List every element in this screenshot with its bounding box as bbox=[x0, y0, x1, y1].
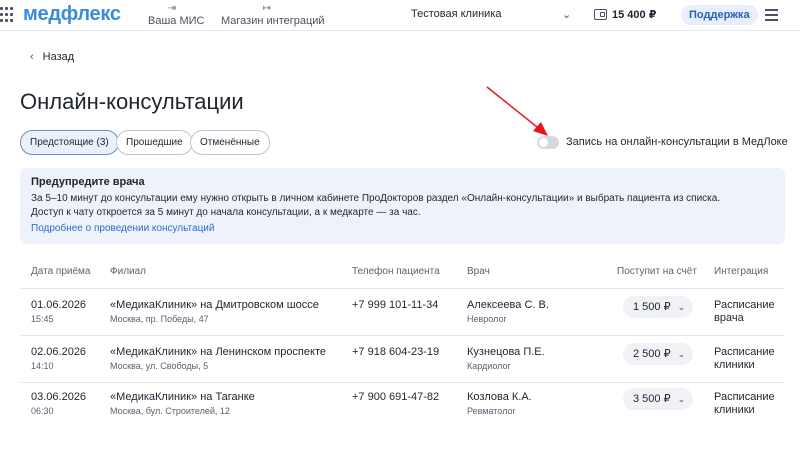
table-row[interactable]: 03.06.2026 06:30 «МедикаКлиник» на Таган… bbox=[0, 383, 800, 429]
appointment-time: 14:10 bbox=[31, 361, 54, 371]
appointment-date: 02.06.2026 bbox=[31, 346, 87, 358]
warning-title: Предупредите врача bbox=[31, 176, 145, 188]
amount-dropdown[interactable]: 2 500 ₽ ⌄ bbox=[623, 343, 694, 365]
table-row[interactable]: 02.06.2026 14:10 «МедикаКлиник» на Ленин… bbox=[0, 336, 800, 382]
doctor-name: Алексеева С. В. bbox=[467, 299, 549, 311]
patient-phone: +7 900 691-47-82 bbox=[352, 391, 440, 403]
amount-value: 2 500 ₽ bbox=[633, 348, 671, 360]
nav-item-label: Магазин интеграций bbox=[221, 15, 325, 27]
integration-type: Расписание врача bbox=[714, 299, 775, 324]
apps-grid-icon[interactable] bbox=[0, 7, 16, 23]
amount-dropdown[interactable]: 3 500 ₽ ⌄ bbox=[623, 388, 694, 410]
column-header-doctor: Врач bbox=[467, 266, 490, 277]
toggle-label: Запись на онлайн-консультации в МедЛоке bbox=[566, 136, 788, 148]
tab-past[interactable]: Прошедшие bbox=[116, 130, 193, 155]
chevron-down-icon: ⌄ bbox=[677, 394, 686, 404]
patient-phone: +7 999 101-11-34 bbox=[352, 299, 439, 311]
nav-item-mis[interactable]: ⇥ Ваша МИС bbox=[148, 3, 205, 27]
toggle-knob bbox=[539, 138, 548, 147]
tab-cancelled[interactable]: Отменённые bbox=[190, 130, 270, 155]
column-header-integration: Интеграция bbox=[714, 266, 769, 277]
nav-item-label: Ваша МИС bbox=[148, 15, 205, 27]
branch-address: Москва, пр. Победы, 47 bbox=[110, 314, 209, 324]
doctor-name: Кузнецова П.Е. bbox=[467, 346, 545, 358]
doctor-specialty: Невролог bbox=[467, 314, 507, 324]
column-header-amount: Поступит на счёт bbox=[617, 266, 697, 277]
logout-icon: ↦ bbox=[262, 3, 272, 14]
support-button[interactable]: Поддержка bbox=[681, 5, 758, 25]
chevron-down-icon[interactable]: ⌄ bbox=[562, 8, 571, 21]
logo[interactable]: медфлекс bbox=[23, 3, 121, 26]
column-header-date: Дата приёма bbox=[31, 266, 91, 277]
login-icon: ⇥ bbox=[167, 3, 177, 14]
back-label: Назад bbox=[42, 51, 75, 63]
integration-type: Расписание клиники bbox=[714, 391, 775, 416]
medlock-booking-toggle[interactable] bbox=[537, 136, 559, 149]
page-title: Онлайн-консультации bbox=[20, 89, 244, 114]
menu-icon[interactable] bbox=[765, 9, 778, 21]
doctor-specialty: Ревматолог bbox=[467, 406, 516, 416]
appointment-date: 03.06.2026 bbox=[31, 391, 87, 403]
wallet-icon bbox=[594, 9, 607, 20]
branch-name: «МедикаКлиник» на Ленинском проспекте bbox=[110, 346, 326, 358]
amount-value: 1 500 ₽ bbox=[633, 301, 671, 313]
doctor-specialty: Кардиолог bbox=[467, 361, 511, 371]
appointment-date: 01.06.2026 bbox=[31, 299, 87, 311]
warning-text-line: Доступ к чату откроется за 5 минут до на… bbox=[31, 207, 421, 218]
balance[interactable]: 15 400 ₽ bbox=[612, 8, 656, 21]
branch-address: Москва, ул. Свободы, 5 bbox=[110, 361, 209, 371]
patient-phone: +7 918 604-23-19 bbox=[352, 346, 440, 358]
consultation-guide-link[interactable]: Подробнее о проведении консультаций bbox=[31, 223, 214, 234]
back-link[interactable]: ‹ Назад bbox=[30, 51, 74, 63]
branch-name: «МедикаКлиник» на Таганке bbox=[110, 391, 255, 403]
warning-panel: Предупредите врача За 5–10 минут до конс… bbox=[20, 168, 785, 244]
tab-upcoming[interactable]: Предстоящие (3) bbox=[20, 130, 119, 155]
appointment-time: 15:45 bbox=[31, 314, 54, 324]
branch-name: «МедикаКлиник» на Дмитровском шоссе bbox=[110, 299, 319, 311]
clinic-selector[interactable]: Тестовая клиника bbox=[411, 8, 502, 20]
chevron-down-icon: ⌄ bbox=[677, 302, 686, 312]
warning-text-line: За 5–10 минут до консультации ему нужно … bbox=[31, 193, 721, 204]
integration-type: Расписание клиники bbox=[714, 346, 775, 371]
top-bar: медфлекс ⇥ Ваша МИС ↦ Магазин интеграций… bbox=[0, 0, 800, 31]
amount-dropdown[interactable]: 1 500 ₽ ⌄ bbox=[623, 296, 694, 318]
table-row[interactable]: 01.06.2026 15:45 «МедикаКлиник» на Дмитр… bbox=[0, 289, 800, 335]
column-header-phone: Телефон пациента bbox=[352, 266, 440, 277]
amount-value: 3 500 ₽ bbox=[633, 393, 671, 405]
appointment-time: 06:30 bbox=[31, 406, 54, 416]
doctor-name: Козлова К.А. bbox=[467, 391, 532, 403]
column-header-branch: Филиал bbox=[110, 266, 147, 277]
branch-address: Москва, бул. Строителей, 12 bbox=[110, 406, 230, 416]
chevron-left-icon: ‹ bbox=[30, 51, 34, 63]
nav-item-integrations-store[interactable]: ↦ Магазин интеграций bbox=[221, 3, 325, 27]
chevron-down-icon: ⌄ bbox=[677, 349, 686, 359]
